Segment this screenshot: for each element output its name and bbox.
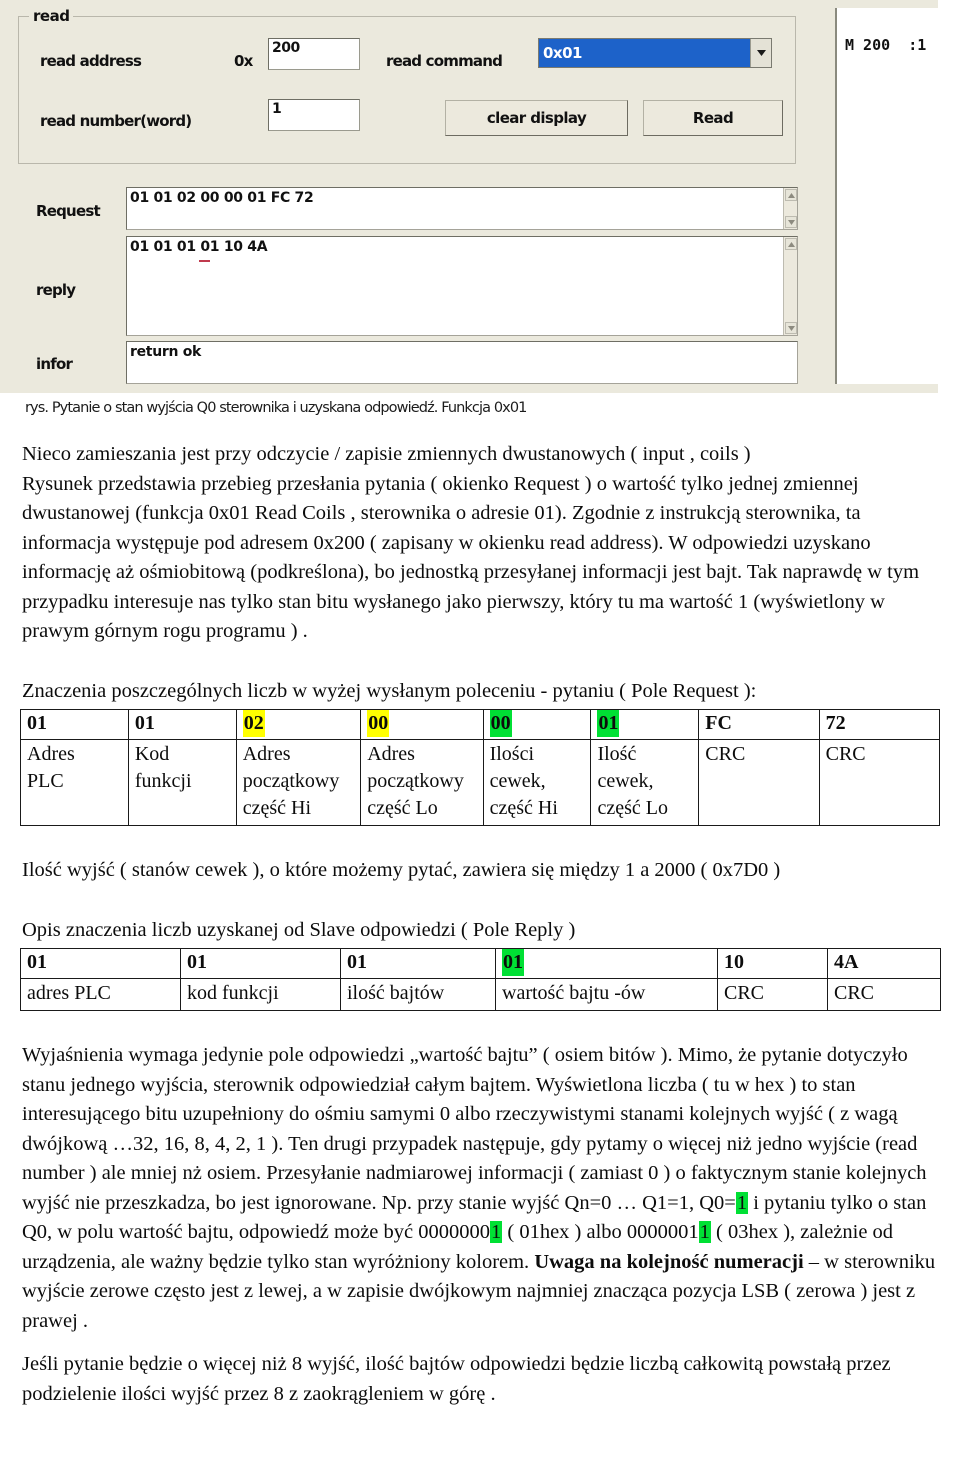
table-cell-hex: 01 (20, 948, 181, 979)
read-command-combobox[interactable]: 0x01 (538, 38, 772, 68)
scroll-down-icon[interactable] (785, 322, 797, 334)
paragraph-1: Nieco zamieszania jest przy odczycie / z… (22, 443, 751, 465)
table-cell-hex: 01 (495, 948, 718, 979)
app-screenshot: read read address 0x 200 read command 0x… (0, 0, 940, 393)
infor-value: return ok (130, 344, 202, 360)
highlighted-bit: 1 (735, 1191, 749, 1214)
table-row-hex: 01 01 02 00 00 01 FC 72 (20, 709, 941, 740)
reply-label: reply (36, 281, 76, 299)
table-cell-desc: CRC (827, 978, 941, 1011)
clear-display-button[interactable]: clear display (445, 100, 628, 136)
read-groupbox-legend: read (29, 7, 74, 25)
read-address-input[interactable]: 200 (268, 38, 360, 70)
table-cell-desc: adres PLC (20, 978, 181, 1011)
table-cell-hex: 01 (340, 948, 496, 979)
hex-prefix-label: 0x (234, 52, 253, 70)
reply-table: 01 01 01 01 10 4A adres PLC kod funkcji ilość b… (20, 948, 941, 1011)
table-cell-desc: CRC (717, 978, 828, 1011)
table-cell-hex: 01 (127, 709, 237, 740)
request-table: 01 01 02 00 00 01 FC 72 Adres PLC Kod funkcji Adres… (20, 709, 941, 826)
scroll-down-icon[interactable] (785, 216, 797, 228)
read-number-input[interactable]: 1 (268, 99, 360, 131)
request-field[interactable]: 01 01 02 00 00 01 FC 72 (126, 187, 798, 230)
read-address-label: read address (40, 52, 142, 70)
request-table-title: Znaczenia poszczególnych liczb w wyżej w… (22, 679, 757, 702)
document-body: Nieco zamieszania jest przy odczycie / z… (0, 440, 960, 1409)
table-cell-hex: 01 (20, 709, 129, 740)
read-button[interactable]: Read (643, 100, 783, 136)
table-cell-desc: Ilości cewek, część Hi (482, 739, 592, 826)
table-cell-hex: 02 (235, 709, 362, 740)
scroll-up-icon[interactable] (785, 238, 797, 250)
paragraph-2: Rysunek przedstawia przebieg przesłania … (22, 472, 920, 643)
request-value: 01 01 02 00 00 01 FC 72 (130, 190, 314, 206)
table-cell-desc: wartość bajtu -ów (495, 978, 718, 1011)
table-cell-hex: 00 (482, 709, 592, 740)
reply-scrollbar[interactable] (783, 237, 797, 335)
table-cell-desc: CRC (698, 739, 820, 826)
status-display-value: M 200 :1 (845, 36, 927, 54)
emphasis-text: Uwaga na kolejność numeracji (534, 1250, 804, 1273)
table-row-desc: Adres PLC Kod funkcji Adres początkowy część H… (20, 739, 941, 826)
text-run: ( 01hex ) albo 0000001 (502, 1221, 699, 1243)
table-cell-hex: FC (698, 709, 820, 740)
read-number-label: read number(word) (40, 112, 192, 130)
quantity-note: Ilość wyjść ( stanów cewek ), o które mo… (22, 859, 781, 881)
reply-table-title: Opis znaczenia liczb uzyskanej od Slave … (22, 918, 576, 941)
table-row-desc: adres PLC kod funkcji ilość bajtów wartość … (20, 978, 941, 1011)
table-cell-desc: Adres początkowy część Hi (235, 739, 362, 826)
request-scrollbar[interactable] (783, 188, 797, 229)
table-cell-desc: CRC (818, 739, 941, 826)
table-row-hex: 01 01 01 01 10 4A (20, 948, 941, 979)
status-display-panel: M 200 :1 (835, 8, 940, 384)
infor-label: infor (36, 355, 73, 373)
paragraph-3: Wyjaśnienia wymaga jedynie pole odpowied… (0, 1041, 960, 1336)
table-cell-desc: Adres PLC (20, 739, 129, 826)
infor-field[interactable]: return ok (126, 341, 798, 384)
table-cell-desc: Ilość cewek, część Lo (590, 739, 700, 826)
table-cell-hex: 72 (818, 709, 941, 740)
table-cell-hex: 10 (717, 948, 828, 979)
read-command-selected-value: 0x01 (539, 39, 750, 67)
reply-value: 01 01 01 01 10 4A (130, 239, 268, 255)
highlighted-bit: 1 (490, 1221, 503, 1243)
table-cell-desc: ilość bajtów (340, 978, 496, 1011)
read-command-label: read command (386, 52, 503, 70)
table-cell-hex: 00 (360, 709, 484, 740)
table-cell-desc: kod funkcji (180, 978, 341, 1011)
table-cell-hex: 01 (590, 709, 700, 740)
paragraph-4: Jeśli pytanie będzie o więcej niż 8 wyjś… (22, 1353, 891, 1405)
text-run: Wyjaśnienia wymaga jedynie pole odpowied… (22, 1044, 927, 1214)
request-label: Request (36, 202, 101, 220)
red-underline-marker (199, 260, 210, 262)
chevron-down-icon[interactable] (750, 39, 771, 67)
app-window-body: read read address 0x 200 read command 0x… (18, 6, 798, 384)
scroll-up-icon[interactable] (785, 189, 797, 201)
table-cell-desc: Kod funkcji (127, 739, 237, 826)
table-cell-hex: 01 (180, 948, 341, 979)
table-cell-desc: Adres początkowy część Lo (360, 739, 484, 826)
table-cell-hex: 4A (827, 948, 941, 979)
highlighted-bit: 1 (698, 1221, 711, 1243)
figure-caption: rys. Pytanie o stan wyjścia Q0 sterownik… (25, 400, 527, 416)
reply-field[interactable]: 01 01 01 01 10 4A (126, 236, 798, 336)
